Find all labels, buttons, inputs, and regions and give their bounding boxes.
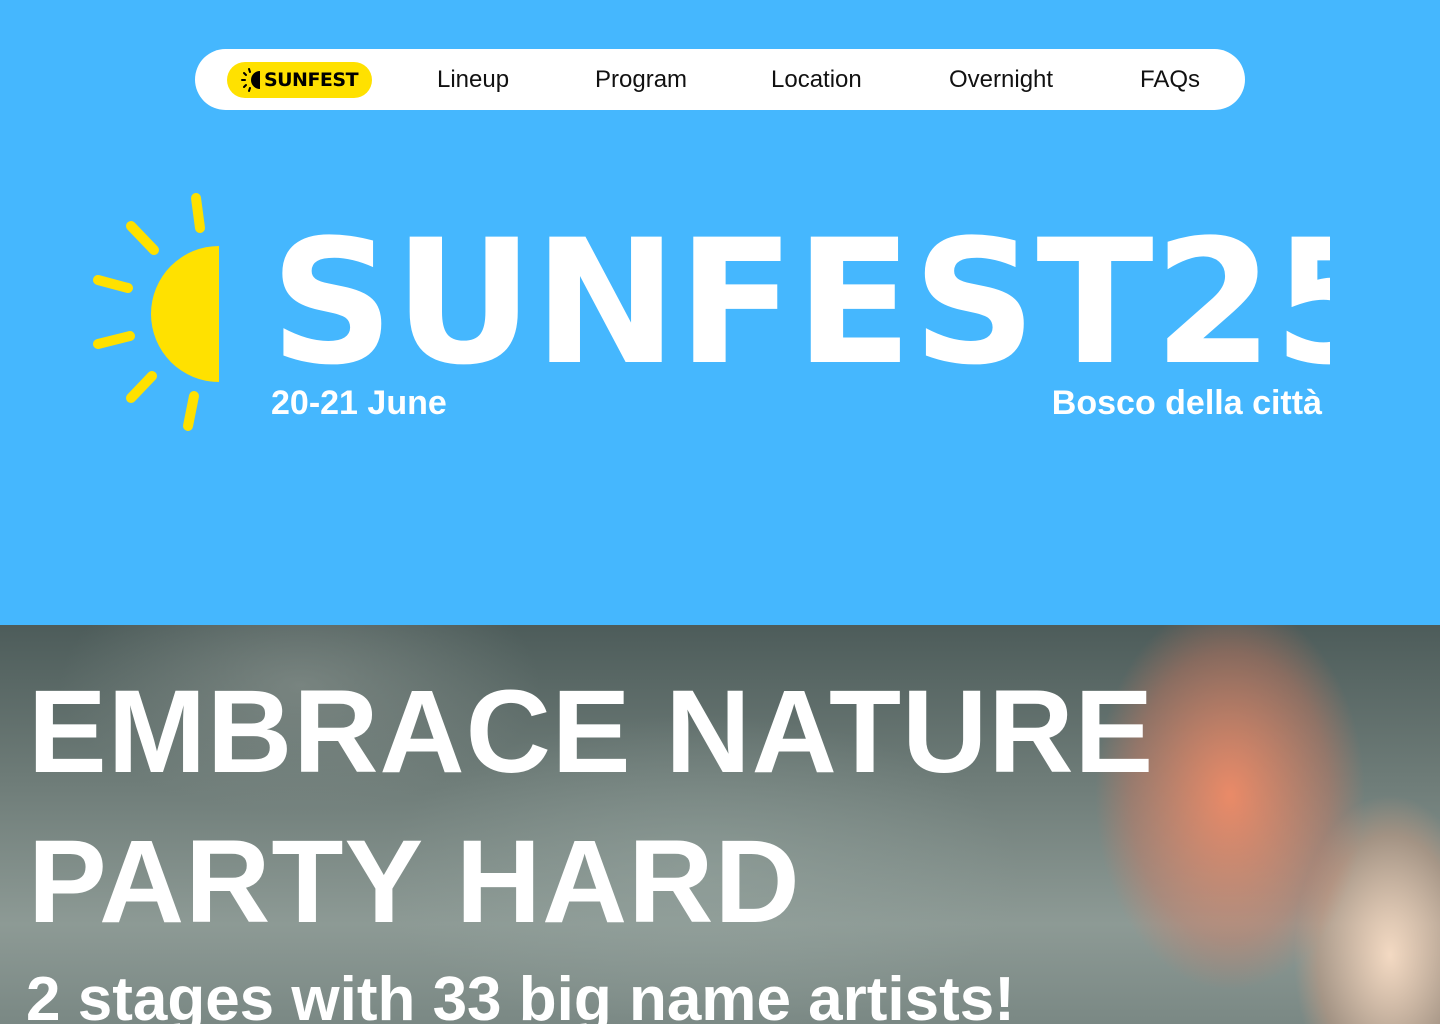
- nav-item-lineup[interactable]: Lineup: [437, 49, 509, 110]
- festival-title: SUNFEST25: [270, 208, 1330, 398]
- nav-item-faqs[interactable]: FAQs: [1140, 49, 1200, 110]
- promo-headline-line-2: PARTY HARD: [28, 816, 801, 948]
- festival-venue: Bosco della città: [1051, 384, 1322, 422]
- promo-photo-section: EMBRACE NATURE PARTY HARD 2 stages with …: [0, 625, 1440, 1024]
- nav-logo-button[interactable]: SUNFEST: [227, 62, 372, 98]
- nav-item-overnight[interactable]: Overnight: [949, 49, 1053, 110]
- nav-item-location[interactable]: Location: [771, 49, 862, 110]
- nav-item-program[interactable]: Program: [595, 49, 687, 110]
- nav-logo-text: SUNFEST: [263, 69, 359, 91]
- festival-date: 20-21 June: [271, 384, 447, 422]
- promo-headline-line-1: EMBRACE NATURE: [28, 666, 1155, 798]
- top-navigation: SUNFEST Lineup Program Location Overnigh…: [195, 49, 1245, 110]
- half-sun-icon: [240, 68, 260, 92]
- promo-subheadline: 2 stages with 33 big name artists!: [26, 965, 1015, 1024]
- hero-section: SUNFEST Lineup Program Location Overnigh…: [0, 0, 1440, 625]
- half-sun-icon: [93, 193, 219, 431]
